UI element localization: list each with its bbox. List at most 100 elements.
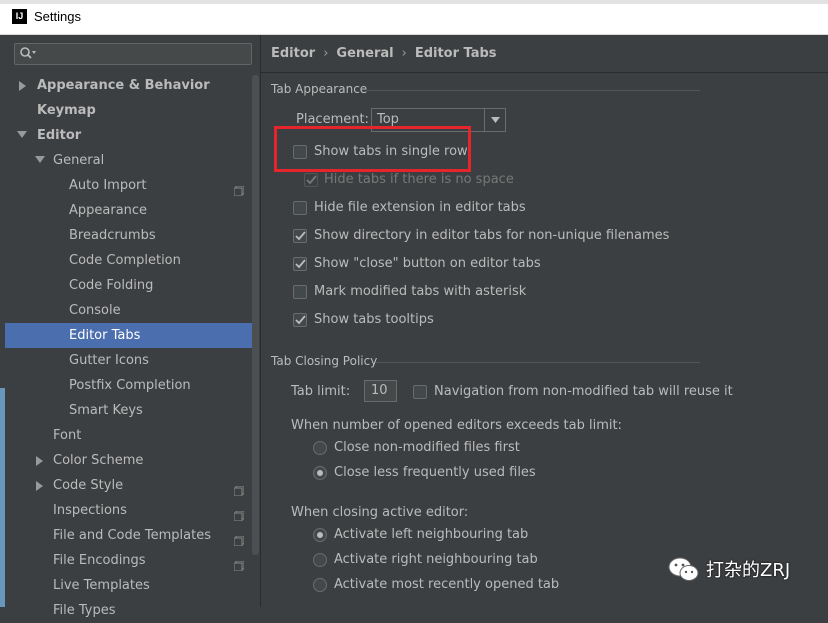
tree-item-breadcrumbs[interactable]: Breadcrumbs bbox=[5, 223, 259, 248]
option-label: Hide tabs if there is no space bbox=[324, 172, 514, 187]
tree-item-code-completion[interactable]: Code Completion bbox=[5, 248, 259, 273]
search-input[interactable] bbox=[14, 43, 252, 65]
placement-value: Top bbox=[377, 112, 399, 127]
option-label: Show "close" button on editor tabs bbox=[314, 256, 541, 271]
section-title-tab-closing: Tab Closing Policy bbox=[271, 354, 378, 368]
window-top-strip bbox=[0, 0, 828, 4]
collapse-arrow-icon[interactable] bbox=[17, 123, 27, 148]
checkbox-mark-modified[interactable] bbox=[293, 285, 307, 299]
tree-item-postfix-completion[interactable]: Postfix Completion bbox=[5, 373, 259, 398]
tree-item-editor-tabs[interactable]: Editor Tabs bbox=[5, 323, 259, 348]
tree-item-label: Code Style bbox=[53, 478, 124, 493]
tree-item-label: Breadcrumbs bbox=[69, 228, 156, 243]
checkbox-navigation-reuse[interactable] bbox=[413, 385, 427, 399]
radio-activate-left[interactable] bbox=[313, 528, 327, 542]
tree-item-label: Inspections bbox=[53, 503, 127, 518]
checkbox-show-close-button[interactable] bbox=[293, 257, 307, 271]
tree-item-appearance[interactable]: Appearance bbox=[5, 198, 259, 223]
content-scrollbar[interactable] bbox=[818, 73, 828, 607]
window-title: Settings bbox=[34, 9, 81, 24]
chevron-down-icon[interactable] bbox=[484, 109, 505, 131]
radio-activate-recent[interactable] bbox=[313, 578, 327, 592]
tree-item-file-code-templates[interactable]: File and Code Templates bbox=[5, 523, 259, 548]
tree-item-label: Editor Tabs bbox=[69, 328, 141, 343]
tree-item-color-scheme[interactable]: Color Scheme bbox=[5, 448, 259, 473]
option-label: Hide file extension in editor tabs bbox=[314, 200, 526, 215]
tree-item-label: Code Completion bbox=[69, 253, 181, 268]
tree-scrollbar[interactable] bbox=[252, 75, 259, 555]
tree-item-label: Auto Import bbox=[69, 178, 147, 193]
checkbox-show-tooltips[interactable] bbox=[293, 313, 307, 327]
settings-tree-panel: Appearance & Behavior Keymap Editor Gene… bbox=[5, 35, 261, 618]
checkbox-show-directory[interactable] bbox=[293, 229, 307, 243]
option-label: Mark modified tabs with asterisk bbox=[314, 284, 527, 299]
watermark-text: 打杂的ZRJ bbox=[706, 560, 791, 581]
option-label: Close less frequently used files bbox=[334, 465, 536, 480]
background-window-edge bbox=[0, 388, 5, 607]
option-label: Show directory in editor tabs for non-un… bbox=[314, 228, 670, 243]
project-settings-icon bbox=[233, 480, 245, 497]
tree-item-file-types[interactable]: File Types bbox=[5, 598, 259, 623]
placement-label: Placement: bbox=[296, 112, 369, 127]
breadcrumb-separator: › bbox=[323, 46, 329, 61]
tree-item-live-templates[interactable]: Live Templates bbox=[5, 573, 259, 598]
tree-item-gutter-icons[interactable]: Gutter Icons bbox=[5, 348, 259, 373]
annotation-highlight-box bbox=[274, 126, 471, 172]
tree-item-keymap[interactable]: Keymap bbox=[5, 98, 259, 123]
checkbox-hide-tabs-no-space[interactable] bbox=[304, 173, 318, 187]
section-divider bbox=[366, 90, 700, 91]
tree-item-auto-import[interactable]: Auto Import bbox=[5, 173, 259, 198]
tree-item-appearance-behavior[interactable]: Appearance & Behavior bbox=[5, 73, 259, 98]
option-label: Activate left neighbouring tab bbox=[334, 527, 529, 542]
closing-active-label: When closing active editor: bbox=[291, 505, 469, 520]
tree-item-label: Console bbox=[69, 303, 121, 318]
breadcrumb-separator: › bbox=[401, 46, 407, 61]
tree-item-console[interactable]: Console bbox=[5, 298, 259, 323]
search-icon bbox=[19, 46, 36, 62]
tree-item-label: Live Templates bbox=[53, 578, 150, 593]
option-label: Activate most recently opened tab bbox=[334, 577, 560, 592]
section-title-tab-appearance: Tab Appearance bbox=[271, 82, 368, 96]
radio-activate-right[interactable] bbox=[313, 553, 327, 567]
checkbox-hide-extension[interactable] bbox=[293, 201, 307, 215]
breadcrumb-item: Editor bbox=[271, 46, 316, 61]
option-label: Close non-modified files first bbox=[334, 440, 520, 455]
breadcrumb: Editor › General › Editor Tabs bbox=[271, 46, 497, 61]
project-settings-icon bbox=[233, 530, 245, 547]
expand-arrow-icon[interactable] bbox=[36, 473, 46, 498]
tree-item-label: Smart Keys bbox=[69, 403, 143, 418]
tree-item-code-folding[interactable]: Code Folding bbox=[5, 273, 259, 298]
tree-item-smart-keys[interactable]: Smart Keys bbox=[5, 398, 259, 423]
tree-item-label: Appearance & Behavior bbox=[37, 78, 210, 93]
tab-limit-value: 10 bbox=[371, 383, 388, 398]
exceeds-limit-label: When number of opened editors exceeds ta… bbox=[291, 418, 622, 433]
tree-item-label: Appearance bbox=[69, 203, 148, 218]
option-label: Show tabs tooltips bbox=[314, 312, 434, 327]
tree-item-label: Code Folding bbox=[69, 278, 154, 293]
tree-item-editor[interactable]: Editor bbox=[5, 123, 259, 148]
radio-close-less-frequent[interactable] bbox=[313, 466, 327, 480]
tab-limit-input[interactable]: 10 bbox=[364, 380, 397, 402]
expand-arrow-icon[interactable] bbox=[36, 448, 46, 473]
tree-item-inspections[interactable]: Inspections bbox=[5, 498, 259, 523]
radio-close-non-modified[interactable] bbox=[313, 441, 327, 455]
project-settings-icon bbox=[233, 180, 245, 197]
tree-item-general[interactable]: General bbox=[5, 148, 259, 173]
tree-item-label: File Types bbox=[53, 603, 116, 618]
tree-item-label: Gutter Icons bbox=[69, 353, 149, 368]
tree-item-label: Editor bbox=[37, 128, 82, 143]
tree-item-file-encodings[interactable]: File Encodings bbox=[5, 548, 259, 573]
option-label: Activate right neighbouring tab bbox=[334, 552, 538, 567]
breadcrumb-item: General bbox=[336, 46, 394, 61]
window-titlebar: IJ Settings bbox=[0, 0, 828, 35]
tree-item-code-style[interactable]: Code Style bbox=[5, 473, 259, 498]
collapse-arrow-icon[interactable] bbox=[35, 148, 45, 173]
header-divider bbox=[261, 72, 828, 73]
tree-item-font[interactable]: Font bbox=[5, 423, 259, 448]
tree-item-label: Font bbox=[53, 428, 82, 443]
option-label: Navigation from non-modified tab will re… bbox=[434, 384, 733, 399]
expand-arrow-icon[interactable] bbox=[19, 73, 29, 98]
breadcrumb-item: Editor Tabs bbox=[414, 46, 497, 61]
tree-item-label: Keymap bbox=[37, 103, 96, 118]
tree-item-label: File and Code Templates bbox=[53, 528, 211, 543]
